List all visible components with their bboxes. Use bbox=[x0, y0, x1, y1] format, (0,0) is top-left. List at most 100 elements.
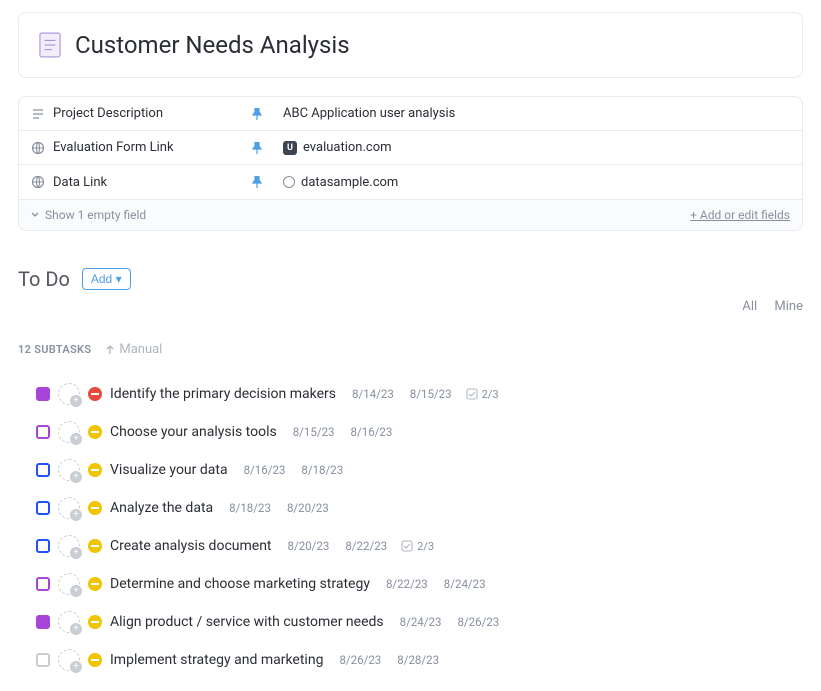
task-start-date[interactable]: 8/16/23 bbox=[244, 463, 286, 477]
assignee-add[interactable] bbox=[58, 383, 80, 405]
link-favicon bbox=[283, 176, 295, 188]
priority-badge[interactable] bbox=[88, 387, 102, 401]
link-favicon: U bbox=[283, 141, 297, 155]
field-row[interactable]: Project Description ABC Application user … bbox=[19, 97, 802, 131]
subtask-meta: 12 SUBTASKS Manual bbox=[18, 342, 803, 357]
task-start-date[interactable]: 8/24/23 bbox=[400, 615, 442, 629]
title-card: Customer Needs Analysis bbox=[18, 12, 803, 78]
task-start-date[interactable]: 8/20/23 bbox=[288, 539, 330, 553]
globe-icon bbox=[31, 141, 45, 155]
add-edit-fields[interactable]: + Add or edit fields bbox=[690, 208, 790, 222]
status-toggle[interactable] bbox=[36, 387, 50, 401]
show-empty-label: Show 1 empty field bbox=[45, 208, 146, 222]
field-label: Project Description bbox=[19, 106, 243, 121]
assignee-add[interactable] bbox=[58, 573, 80, 595]
task-start-date[interactable]: 8/18/23 bbox=[229, 501, 271, 515]
task-row[interactable]: Align product / service with customer ne… bbox=[18, 603, 803, 641]
field-label: Data Link bbox=[19, 175, 243, 190]
task-title[interactable]: Determine and choose marketing strategy bbox=[110, 576, 370, 592]
assignee-add[interactable] bbox=[58, 611, 80, 633]
fields-footer: Show 1 empty field + Add or edit fields bbox=[19, 199, 802, 230]
pin-icon[interactable] bbox=[243, 176, 271, 188]
priority-badge[interactable] bbox=[88, 425, 102, 439]
pin-icon[interactable] bbox=[243, 108, 271, 120]
status-toggle[interactable] bbox=[36, 615, 50, 629]
task-start-date[interactable]: 8/14/23 bbox=[352, 387, 394, 401]
task-row[interactable]: Determine and choose marketing strategy 8… bbox=[18, 565, 803, 603]
filter-mine[interactable]: Mine bbox=[774, 299, 803, 314]
field-label-text: Evaluation Form Link bbox=[53, 140, 174, 155]
field-value[interactable]: datasample.com bbox=[271, 175, 802, 190]
priority-badge[interactable] bbox=[88, 615, 102, 629]
task-title[interactable]: Visualize your data bbox=[110, 462, 228, 478]
arrow-up-icon bbox=[105, 345, 115, 355]
task-title[interactable]: Choose your analysis tools bbox=[110, 424, 277, 440]
page-title[interactable]: Customer Needs Analysis bbox=[75, 31, 350, 59]
field-value[interactable]: ABC Application user analysis bbox=[271, 106, 802, 121]
task-due-date[interactable]: 8/18/23 bbox=[301, 463, 343, 477]
task-due-date[interactable]: 8/16/23 bbox=[351, 425, 393, 439]
task-list: Identify the primary decision makers 8/14… bbox=[18, 375, 803, 679]
text-icon bbox=[31, 107, 45, 121]
status-toggle[interactable] bbox=[36, 501, 50, 515]
task-row[interactable]: Implement strategy and marketing 8/26/23 8… bbox=[18, 641, 803, 679]
show-empty-toggle[interactable]: Show 1 empty field bbox=[31, 208, 146, 222]
task-row[interactable]: Identify the primary decision makers 8/14… bbox=[18, 375, 803, 413]
filter-all[interactable]: All bbox=[742, 299, 757, 314]
task-due-date[interactable]: 8/24/23 bbox=[444, 577, 486, 591]
add-button-label: Add bbox=[91, 272, 112, 286]
task-row[interactable]: Create analysis document 8/20/23 8/22/23 2/… bbox=[18, 527, 803, 565]
subtask-count: 12 SUBTASKS bbox=[18, 343, 91, 356]
field-row[interactable]: Data Link datasample.com bbox=[19, 165, 802, 199]
task-start-date[interactable]: 8/15/23 bbox=[293, 425, 335, 439]
priority-badge[interactable] bbox=[88, 463, 102, 477]
priority-badge[interactable] bbox=[88, 539, 102, 553]
status-toggle[interactable] bbox=[36, 425, 50, 439]
task-due-date[interactable]: 8/15/23 bbox=[410, 387, 452, 401]
task-start-date[interactable]: 8/22/23 bbox=[386, 577, 428, 591]
assignee-add[interactable] bbox=[58, 497, 80, 519]
pin-icon[interactable] bbox=[243, 142, 271, 154]
status-toggle[interactable] bbox=[36, 463, 50, 477]
task-title[interactable]: Identify the primary decision makers bbox=[110, 386, 336, 402]
field-row[interactable]: Evaluation Form Link Uevaluation.com bbox=[19, 131, 802, 165]
task-row[interactable]: Visualize your data 8/16/23 8/18/23 bbox=[18, 451, 803, 489]
status-toggle[interactable] bbox=[36, 577, 50, 591]
checklist-icon bbox=[466, 388, 478, 400]
custom-fields: Project Description ABC Application user … bbox=[18, 96, 803, 231]
task-title[interactable]: Align product / service with customer ne… bbox=[110, 614, 384, 630]
checklist-icon bbox=[401, 540, 413, 552]
assignee-add[interactable] bbox=[58, 421, 80, 443]
field-value[interactable]: Uevaluation.com bbox=[271, 140, 802, 155]
task-title[interactable]: Implement strategy and marketing bbox=[110, 652, 323, 668]
assignee-add[interactable] bbox=[58, 535, 80, 557]
priority-badge[interactable] bbox=[88, 577, 102, 591]
add-button[interactable]: Add ▾ bbox=[82, 268, 131, 290]
sort-label: Manual bbox=[119, 342, 162, 357]
task-row[interactable]: Analyze the data 8/18/23 8/20/23 bbox=[18, 489, 803, 527]
subtask-counter: 2/3 bbox=[466, 388, 499, 401]
priority-badge[interactable] bbox=[88, 501, 102, 515]
task-due-date[interactable]: 8/22/23 bbox=[345, 539, 387, 553]
document-icon bbox=[39, 32, 61, 58]
field-label-text: Project Description bbox=[53, 106, 163, 121]
priority-badge[interactable] bbox=[88, 653, 102, 667]
status-toggle[interactable] bbox=[36, 653, 50, 667]
task-due-date[interactable]: 8/20/23 bbox=[287, 501, 329, 515]
caret-down-icon: ▾ bbox=[116, 272, 122, 286]
task-title[interactable]: Create analysis document bbox=[110, 538, 272, 554]
task-title[interactable]: Analyze the data bbox=[110, 500, 213, 516]
task-due-date[interactable]: 8/28/23 bbox=[397, 653, 439, 667]
task-row[interactable]: Choose your analysis tools 8/15/23 8/16/23 bbox=[18, 413, 803, 451]
field-label-text: Data Link bbox=[53, 175, 107, 190]
assignee-add[interactable] bbox=[58, 459, 80, 481]
status-toggle[interactable] bbox=[36, 539, 50, 553]
subtask-counter: 2/3 bbox=[401, 540, 434, 553]
section-header: To Do Add ▾ bbox=[18, 267, 803, 291]
task-start-date[interactable]: 8/26/23 bbox=[339, 653, 381, 667]
task-due-date[interactable]: 8/26/23 bbox=[457, 615, 499, 629]
section-title: To Do bbox=[18, 267, 70, 291]
assignee-add[interactable] bbox=[58, 649, 80, 671]
caret-down-icon bbox=[31, 211, 39, 219]
sort-manual[interactable]: Manual bbox=[105, 342, 162, 357]
